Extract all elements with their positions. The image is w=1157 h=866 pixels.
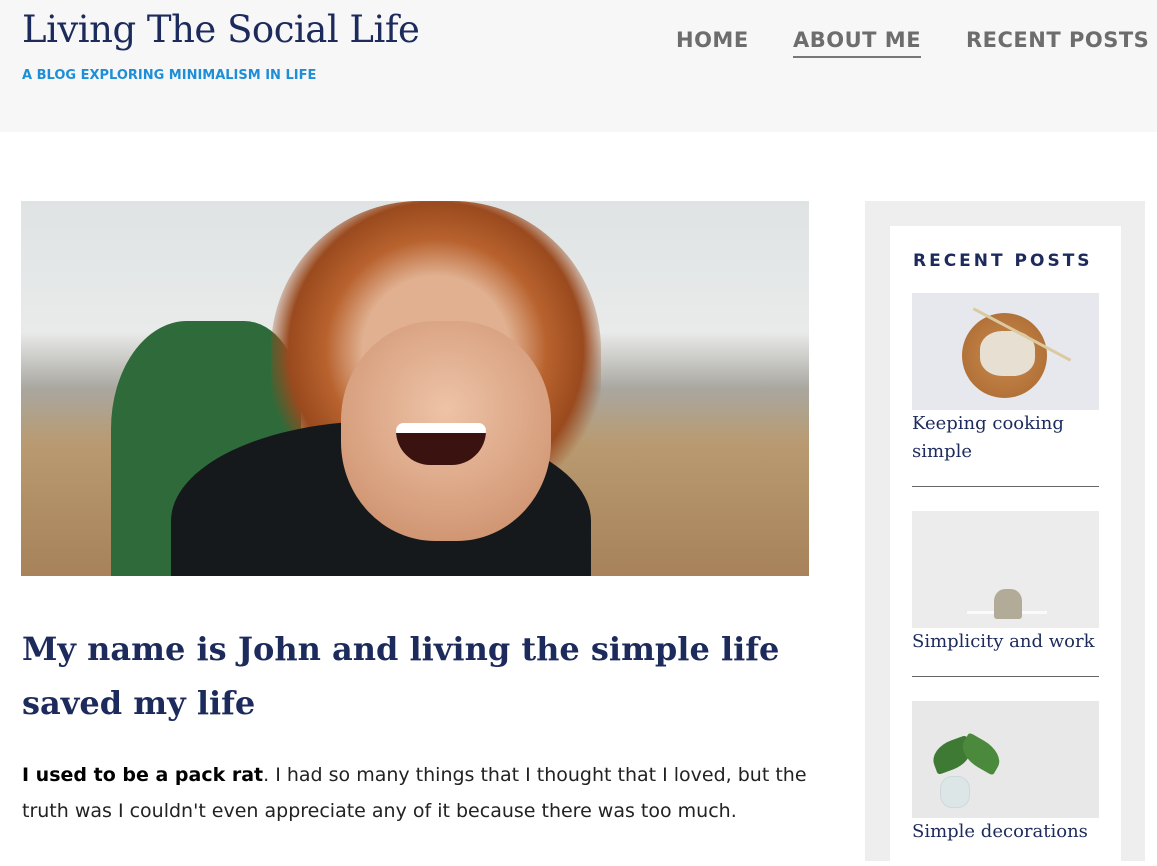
post-link[interactable]: Simplicity and work xyxy=(912,628,1099,656)
post-link[interactable]: Keeping cooking simple xyxy=(912,410,1099,466)
intro-paragraph: I used to be a pack rat. I had so many t… xyxy=(22,757,812,829)
vase xyxy=(940,776,970,808)
recent-post-item[interactable]: Keeping cooking simple xyxy=(912,293,1099,487)
recent-post-item[interactable]: Simple decorations xyxy=(912,701,1099,846)
chair xyxy=(994,589,1022,619)
intro-bold: I used to be a pack rat xyxy=(22,764,264,786)
post-link[interactable]: Simple decorations xyxy=(912,818,1099,846)
site-tagline: A BLOG EXPLORING MINIMALISM IN LIFE xyxy=(22,68,317,83)
nav-about-me[interactable]: ABOUT ME xyxy=(793,28,922,58)
nav-home[interactable]: HOME xyxy=(676,28,749,56)
site-title[interactable]: Living The Social Life xyxy=(22,8,420,51)
site-header: Living The Social Life A BLOG EXPLORING … xyxy=(0,0,1157,132)
divider xyxy=(912,486,1099,487)
nav-recent-posts[interactable]: RECENT POSTS xyxy=(966,28,1149,56)
sidebar: RECENT POSTS Keeping cooking simple Simp… xyxy=(865,201,1145,866)
recent-posts-heading: RECENT POSTS xyxy=(913,251,1093,271)
post-thumbnail[interactable] xyxy=(912,511,1099,628)
post-thumbnail[interactable] xyxy=(912,293,1099,410)
hero-image xyxy=(21,201,809,576)
page-title: My name is John and living the simple li… xyxy=(22,630,780,722)
recent-posts-widget: RECENT POSTS Keeping cooking simple Simp… xyxy=(890,226,1121,866)
recent-post-item[interactable]: Simplicity and work xyxy=(912,511,1099,677)
divider xyxy=(912,676,1099,677)
post-thumbnail[interactable] xyxy=(912,701,1099,818)
